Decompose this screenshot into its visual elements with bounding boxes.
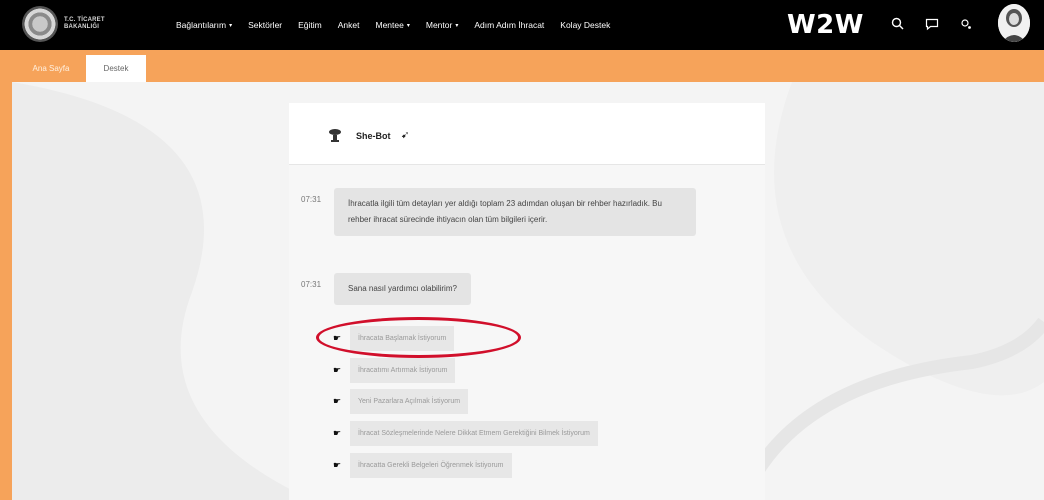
left-accent-bar bbox=[0, 82, 12, 500]
message-time: 07:31 bbox=[301, 195, 322, 204]
bot-name: She-Bot bbox=[356, 131, 391, 141]
quick-reply-option[interactable]: ☛ İhracatımı Artırmak İstiyorum bbox=[333, 358, 456, 383]
seal-icon bbox=[22, 6, 58, 42]
tab-support[interactable]: Destek bbox=[86, 55, 146, 82]
nav-item-export-steps[interactable]: Adım Adım İhracat bbox=[474, 20, 544, 30]
send-icon: ➹ bbox=[401, 130, 410, 141]
nav-item-label: Adım Adım İhracat bbox=[474, 20, 545, 30]
logo-text-line1: T.C. TİCARET bbox=[64, 17, 105, 23]
tab-home[interactable]: Ana Sayfa bbox=[22, 55, 80, 82]
main-menu: Bağlantılarım ▾ Sektörler Eğitim Anket M… bbox=[176, 0, 610, 50]
nav-item-connections[interactable]: Bağlantılarım ▾ bbox=[176, 20, 232, 30]
nav-item-education[interactable]: Eğitim bbox=[298, 20, 322, 30]
bot-message: Sana nasıl yardımcı olabilirim? bbox=[334, 273, 471, 305]
pointing-hand-icon: ☛ bbox=[333, 460, 342, 470]
tab-bar: Ana Sayfa Destek bbox=[0, 50, 1044, 82]
ministry-logo[interactable]: T.C. TİCARET BAKANLIĞI bbox=[22, 4, 117, 44]
quick-reply-label: İhracatta Gerekli Belgeleri Öğrenmek İst… bbox=[350, 453, 512, 478]
nav-item-label: Kolay Destek bbox=[560, 20, 611, 30]
chat-panel: She-Bot ➹ 07:31 İhracatla ilgili tüm det… bbox=[289, 103, 765, 500]
notification-icon[interactable] bbox=[958, 16, 974, 32]
bot-icon bbox=[327, 127, 343, 143]
quick-reply-option[interactable]: ☛ İhracat Sözleşmelerinde Nelere Dikkat … bbox=[333, 421, 598, 446]
top-navbar: T.C. TİCARET BAKANLIĞI Bağlantılarım ▾ S… bbox=[0, 0, 1044, 50]
user-avatar[interactable] bbox=[998, 4, 1030, 42]
logo-text-line2: BAKANLIĞI bbox=[64, 24, 100, 30]
nav-item-mentor[interactable]: Mentor ▾ bbox=[426, 20, 458, 30]
nav-item-label: Mentee bbox=[375, 20, 404, 30]
quick-reply-label: İhracatımı Artırmak İstiyorum bbox=[350, 358, 456, 383]
brand-logo[interactable]: W2W bbox=[787, 10, 864, 40]
pointing-hand-icon: ☛ bbox=[333, 365, 342, 375]
caret-down-icon: ▾ bbox=[229, 22, 233, 29]
nav-item-label: Mentor bbox=[425, 20, 453, 30]
nav-item-label: Eğitim bbox=[298, 20, 322, 30]
quick-reply-label: Yeni Pazarlara Açılmak İstiyorum bbox=[350, 389, 469, 414]
nav-item-label: Anket bbox=[337, 20, 360, 30]
red-highlight-ellipse bbox=[316, 317, 521, 358]
pointing-hand-icon: ☛ bbox=[333, 428, 342, 438]
quick-reply-option[interactable]: ☛ Yeni Pazarlara Açılmak İstiyorum bbox=[333, 389, 469, 414]
nav-item-label: Bağlantılarım bbox=[176, 20, 227, 30]
nav-item-mentee[interactable]: Mentee ▾ bbox=[376, 20, 410, 30]
caret-down-icon: ▾ bbox=[406, 22, 410, 29]
chat-icon[interactable] bbox=[924, 16, 940, 32]
search-icon[interactable] bbox=[890, 16, 906, 32]
message-time: 07:31 bbox=[301, 280, 322, 289]
quick-reply-option[interactable]: ☛ İhracatta Gerekli Belgeleri Öğrenmek İ… bbox=[333, 453, 512, 478]
nav-item-survey[interactable]: Anket bbox=[338, 20, 360, 30]
nav-item-sectors[interactable]: Sektörler bbox=[248, 20, 282, 30]
chat-header: She-Bot ➹ bbox=[289, 103, 765, 165]
pointing-hand-icon: ☛ bbox=[333, 396, 342, 406]
quick-reply-label: İhracat Sözleşmelerinde Nelere Dikkat Et… bbox=[350, 421, 598, 446]
nav-item-label: Sektörler bbox=[248, 20, 283, 30]
nav-item-easy-support[interactable]: Kolay Destek bbox=[560, 20, 610, 30]
caret-down-icon: ▾ bbox=[455, 22, 459, 29]
bot-message: İhracatla ilgili tüm detayları yer aldığ… bbox=[334, 188, 696, 236]
